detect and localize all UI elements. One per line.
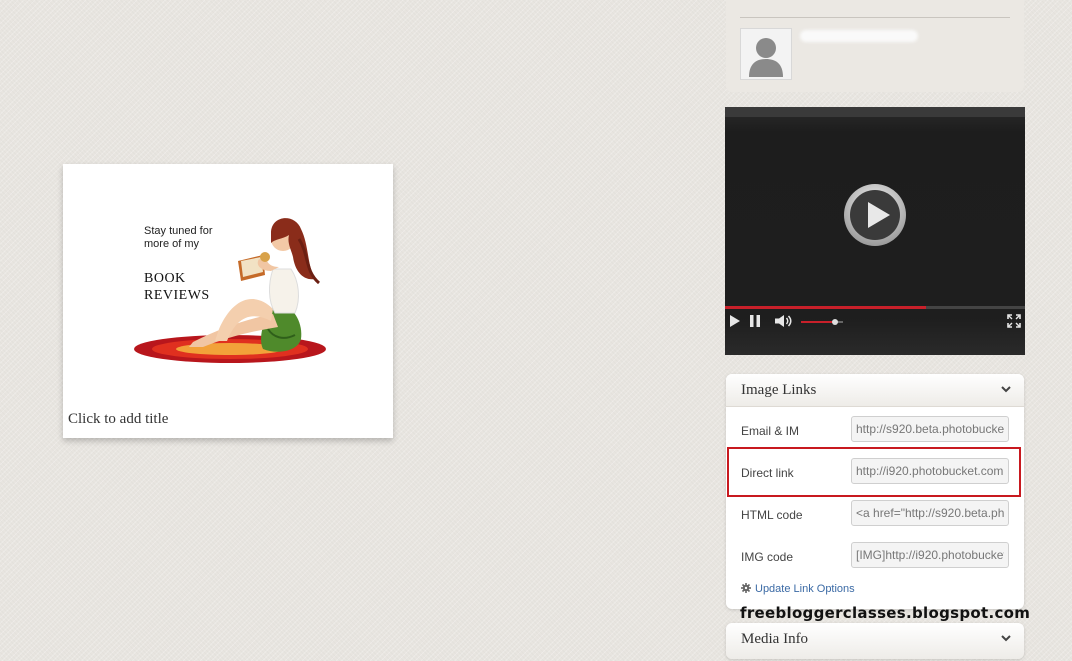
update-link-options-label: Update Link Options xyxy=(755,583,855,595)
chevron-down-icon[interactable] xyxy=(1001,635,1011,642)
link-row-direct: Direct link xyxy=(726,451,1024,493)
image-heading: BOOK REVIEWS xyxy=(144,270,210,304)
volume-icon[interactable] xyxy=(774,314,794,328)
profile-panel xyxy=(726,0,1024,92)
username-redacted xyxy=(800,30,918,42)
volume-slider[interactable] xyxy=(801,319,843,325)
avatar[interactable] xyxy=(740,28,792,80)
person-silhouette-icon xyxy=(749,38,783,77)
email-im-field[interactable] xyxy=(851,416,1009,442)
direct-link-label: Direct link xyxy=(741,466,794,480)
video-progress-bar[interactable] xyxy=(725,306,1025,309)
watermark: freebloggerclasses.blogspot.com xyxy=(740,604,1031,622)
html-code-label: HTML code xyxy=(741,508,803,522)
html-code-field[interactable] xyxy=(851,500,1009,526)
link-row-html: HTML code xyxy=(726,493,1024,535)
img-code-label: IMG code xyxy=(741,550,794,564)
media-info-header[interactable]: Media Info xyxy=(726,623,1024,659)
email-im-label: Email & IM xyxy=(741,424,800,438)
chevron-down-icon[interactable] xyxy=(1001,386,1011,393)
video-player[interactable] xyxy=(725,107,1025,355)
gear-icon xyxy=(741,583,751,593)
update-link-options[interactable]: Update Link Options xyxy=(741,583,855,595)
image-heading-line2: REVIEWS xyxy=(144,288,210,303)
link-row-email: Email & IM xyxy=(726,409,1024,451)
image-heading-line1: BOOK xyxy=(144,271,186,286)
image-links-header[interactable]: Image Links xyxy=(726,374,1024,407)
image-caption-line1: Stay tuned for xyxy=(144,225,213,237)
direct-link-field[interactable] xyxy=(851,458,1009,484)
image-links-title: Image Links xyxy=(741,382,817,398)
volume-slider-knob[interactable] xyxy=(831,319,838,325)
image-caption-line2: more of my xyxy=(144,238,200,250)
profile-divider xyxy=(740,17,1010,18)
play-icon[interactable] xyxy=(729,314,741,328)
play-circle-icon[interactable] xyxy=(842,182,908,248)
video-progress-fill xyxy=(725,306,926,309)
video-topbar xyxy=(725,107,1025,117)
video-controls xyxy=(725,310,1025,334)
media-info-title: Media Info xyxy=(741,631,809,647)
photo-title-placeholder[interactable]: Click to add title xyxy=(68,411,168,428)
photo-card[interactable]: Stay tuned for more of my BOOK REVIEWS C… xyxy=(63,164,393,438)
link-row-img: IMG code xyxy=(726,535,1024,577)
image-links-panel: Image Links Email & IM Direct link HTML … xyxy=(726,374,1024,609)
img-code-field[interactable] xyxy=(851,542,1009,568)
pause-icon[interactable] xyxy=(749,314,761,328)
fullscreen-icon[interactable] xyxy=(1007,314,1021,328)
volume-slider-fill xyxy=(801,321,835,323)
image-caption: Stay tuned for more of my xyxy=(144,225,213,251)
